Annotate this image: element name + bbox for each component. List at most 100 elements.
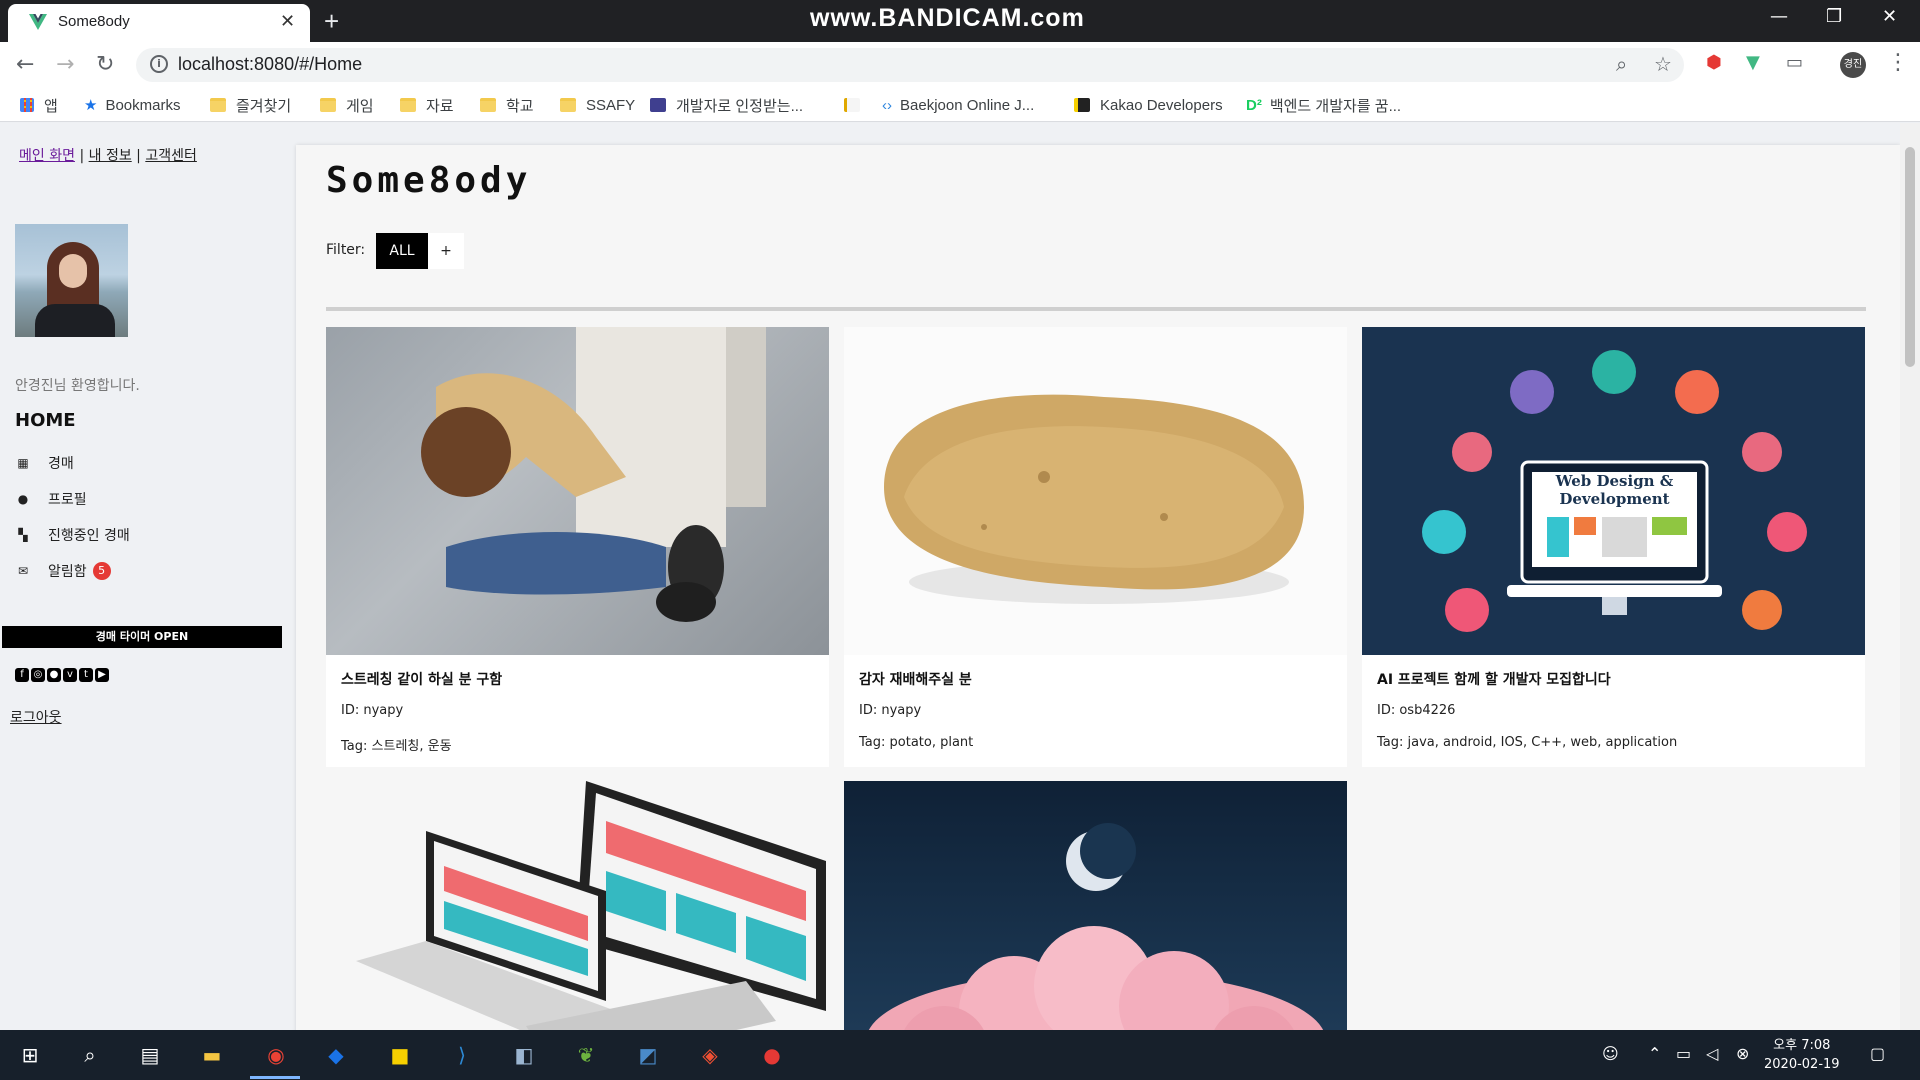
grid-icon: ▦ (17, 456, 29, 470)
bookmark-item[interactable]: ‹› Baekjoon Online J... (882, 95, 1034, 115)
tiles-icon: ▚ (18, 528, 28, 542)
post-title: AI 프로젝트 함께 할 개발자 모집합니다 (1377, 672, 1611, 688)
divider (326, 307, 1866, 311)
youtube-icon[interactable]: ▶ (95, 668, 109, 682)
user-icon: ● (17, 492, 29, 506)
minimize-icon[interactable]: — (1770, 6, 1788, 27)
forward-icon[interactable]: → (56, 52, 74, 77)
url-text[interactable]: localhost:8080/#/Home (178, 54, 362, 75)
bookmark-apps[interactable]: 앱 (20, 95, 58, 115)
app-icon[interactable]: ◧ (511, 1042, 537, 1068)
cast-icon[interactable]: ▭ (1786, 52, 1803, 73)
vue-devtools-icon[interactable]: ▼ (1746, 52, 1760, 73)
bookmark-star-icon[interactable]: ☆ (1654, 52, 1672, 76)
welcome-text: 안경진님 환영합니다. (15, 378, 140, 394)
sticky-notes-icon[interactable]: ■ (387, 1042, 413, 1068)
home-heading[interactable]: HOME (15, 410, 76, 431)
window-close-icon[interactable]: ✕ (1882, 6, 1897, 27)
post-tags: Tag: java, android, IOS, C++, web, appli… (1377, 735, 1678, 750)
git-icon[interactable]: ◈ (697, 1042, 723, 1068)
bookmark-folder[interactable]: 자료 (400, 95, 454, 115)
sidebar-item-ongoing-auction[interactable]: ▚ 진행중인 경매 (15, 524, 129, 546)
info-icon[interactable]: i (150, 55, 168, 73)
post-card[interactable] (844, 781, 1347, 1030)
twitter-icon[interactable]: t (79, 668, 93, 682)
bookmark-item[interactable] (844, 95, 870, 115)
nav-link-support[interactable]: 고객센터 (145, 148, 197, 164)
network-icon[interactable]: ▭ (1676, 1044, 1691, 1063)
browser-toolbar: ← → ↻ i localhost:8080/#/Home ⌕ ☆ (0, 42, 1920, 88)
tray-chevron-icon[interactable]: ⌃ (1648, 1044, 1661, 1063)
envelope-icon: ✉ (17, 564, 29, 578)
maps-icon[interactable]: ◆ (323, 1042, 349, 1068)
social-links: f ◎ ● v t ▶ (15, 668, 109, 682)
sidebar-item-auction[interactable]: ▦ 경매 (15, 452, 73, 474)
post-image (844, 327, 1347, 655)
bookmark-folder[interactable]: 학교 (480, 95, 534, 115)
bookmark-item[interactable]: Kakao Developers (1074, 95, 1223, 115)
d2-logo-icon: D² (1246, 96, 1262, 114)
user-avatar (15, 224, 128, 337)
browser-tab[interactable]: Some8ody ✕ (8, 4, 310, 42)
post-card[interactable]: Web Design & Development AI 프로젝트 함께 할 개발… (1362, 327, 1865, 767)
file-explorer-icon[interactable]: ▬ (199, 1042, 225, 1068)
windows-start-icon[interactable]: ⊞ (17, 1042, 43, 1068)
m-logo-icon (650, 98, 666, 112)
tab-title: Some8ody (58, 13, 130, 30)
bookmark-folder[interactable]: 게임 (320, 95, 374, 115)
auction-timer-open-button[interactable]: 경매 타이머 OPEN (2, 626, 282, 648)
nav-link-main[interactable]: 메인 화면 (19, 148, 75, 164)
post-card[interactable]: 감자 재배해주실 분 ID: nyapy Tag: potato, plant (844, 327, 1347, 767)
logout-link[interactable]: 로그아웃 (10, 707, 62, 727)
address-bar[interactable]: i localhost:8080/#/Home ⌕ ☆ (136, 48, 1684, 82)
sidebar-item-notifications[interactable]: ✉ 알림함 5 (15, 560, 111, 582)
volume-muted-icon[interactable]: ◁ (1706, 1044, 1718, 1063)
folder-icon (210, 98, 226, 112)
post-image (326, 781, 829, 1030)
new-tab-icon[interactable]: + (324, 6, 339, 37)
chrome-icon[interactable]: ◉ (263, 1042, 289, 1068)
filter-all-button[interactable]: ALL (376, 233, 428, 269)
web-page: 메인 화면 | 내 정보 | 고객센터 안경진님 환영합니다. HOME ▦ 경… (0, 123, 1900, 1030)
bookmark-item[interactable]: D² 백엔드 개발자를 꿈... (1246, 95, 1401, 115)
record-icon[interactable]: ● (759, 1042, 785, 1068)
zoom-icon[interactable]: ⌕ (1616, 52, 1627, 76)
bookmark-item[interactable]: 개발자로 인정받는... (650, 95, 803, 115)
post-tags: Tag: 스트레칭, 운동 (341, 739, 452, 754)
restore-icon[interactable]: ❐ (1826, 6, 1842, 27)
filter-add-button[interactable]: + (428, 233, 464, 269)
facebook-icon[interactable]: f (15, 668, 29, 682)
search-icon[interactable]: ⌕ (77, 1042, 103, 1068)
profile-avatar[interactable]: 경진 (1840, 52, 1866, 78)
apps-grid-icon (20, 98, 34, 112)
bookmark-folder[interactable]: SSAFY (560, 95, 635, 115)
adblock-extension-icon[interactable]: ⬢ (1706, 52, 1722, 73)
instagram-icon[interactable]: ◎ (31, 668, 45, 682)
system-clock[interactable]: 오후 7:08 2020-02-19 (1764, 1036, 1840, 1074)
tab-close-icon[interactable]: ✕ (280, 11, 295, 32)
workbench-icon[interactable]: ◩ (635, 1042, 661, 1068)
bookmark-folder[interactable]: 즐겨찾기 (210, 95, 291, 115)
sidebar-item-profile[interactable]: ● 프로필 (15, 488, 87, 510)
scrollbar-thumb[interactable] (1905, 147, 1915, 367)
status-icon[interactable]: ⊗ (1736, 1044, 1749, 1063)
people-icon[interactable]: ☺ (1602, 1044, 1619, 1063)
vscode-icon[interactable]: ⟩ (449, 1042, 475, 1068)
vimeo-icon[interactable]: v (63, 668, 77, 682)
nav-link-profile[interactable]: 내 정보 (89, 148, 132, 164)
page-scrollbar[interactable] (1900, 123, 1920, 1030)
post-card[interactable]: 스트레칭 같이 하실 분 구함 ID: nyapy Tag: 스트레칭, 운동 (326, 327, 829, 767)
menu-icon[interactable]: ⋮ (1887, 50, 1909, 75)
bookmark-bookmarks[interactable]: ★ Bookmarks (84, 95, 180, 115)
post-image (326, 327, 829, 655)
post-author-id: ID: nyapy (859, 703, 922, 718)
task-view-icon[interactable]: ▤ (137, 1042, 163, 1068)
folder-icon (320, 98, 336, 112)
github-icon[interactable]: ● (47, 668, 61, 682)
spring-tool-icon[interactable]: ❦ (573, 1042, 599, 1068)
notification-center-icon[interactable]: ▢ (1870, 1044, 1885, 1063)
back-icon[interactable]: ← (16, 52, 34, 77)
reload-icon[interactable]: ↻ (96, 52, 114, 77)
post-tags: Tag: potato, plant (859, 735, 974, 750)
post-card[interactable] (326, 781, 829, 1030)
